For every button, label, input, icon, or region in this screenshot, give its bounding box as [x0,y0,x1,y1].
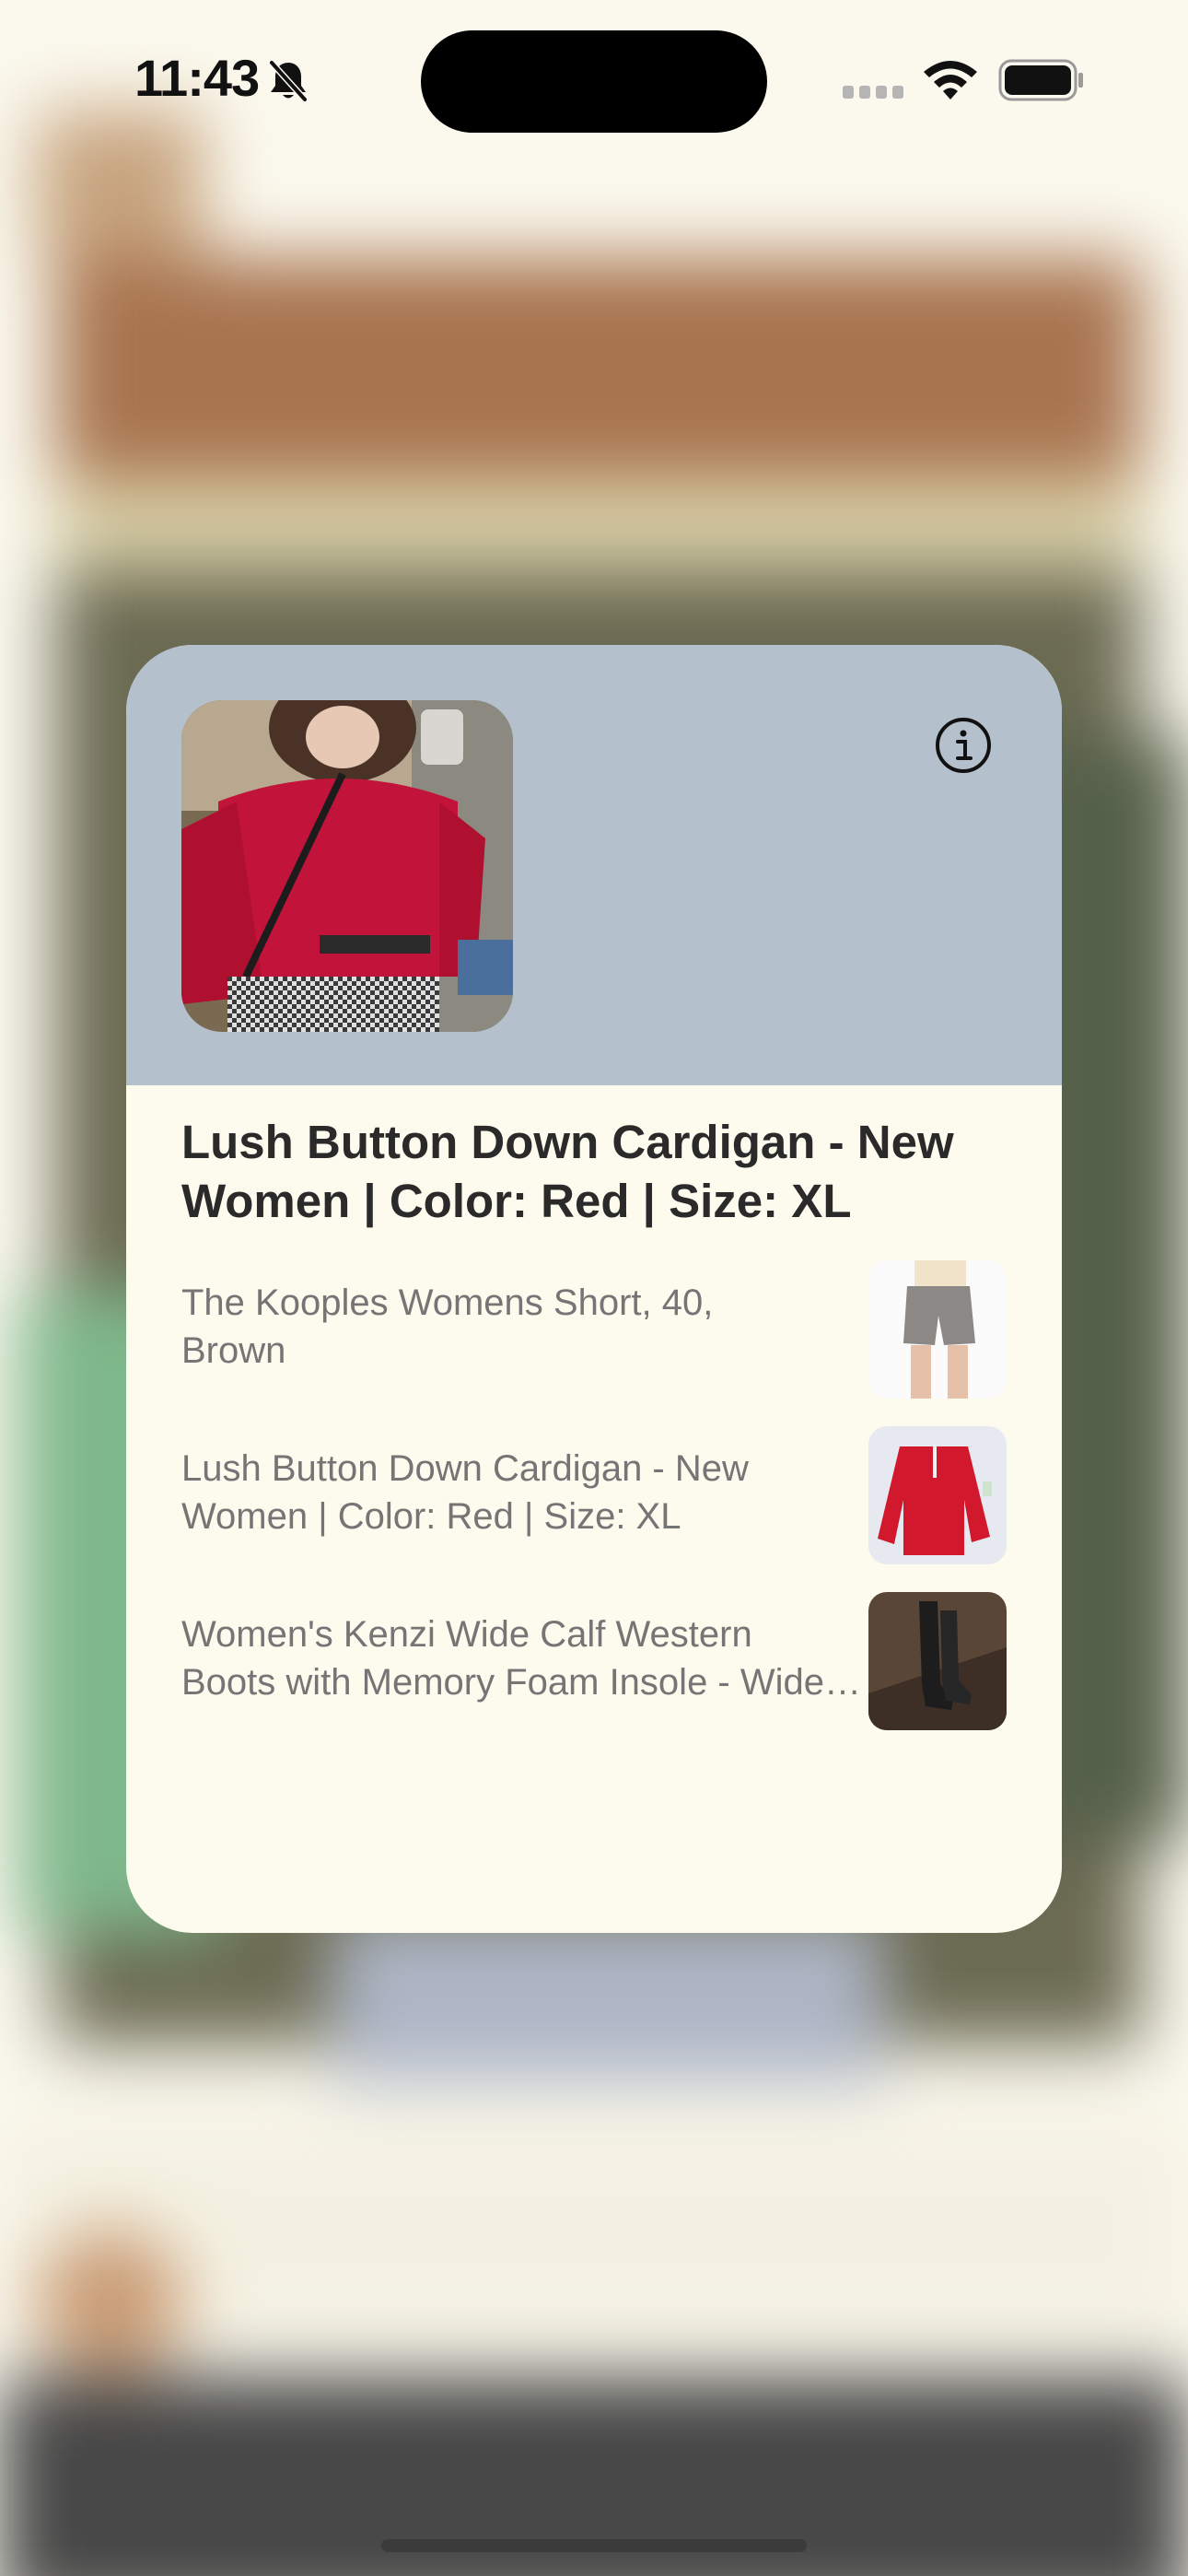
status-bar: 11:43 [0,0,1188,157]
item-description: Lush Button Down Cardigan - New Women | … [181,1448,749,1537]
screen: 11:43 Lush Button Down Cardigan - New Wo… [0,0,1188,2576]
item-thumbnail [868,1592,1007,1730]
product-card: Lush Button Down Cardigan - New Women | … [126,645,1062,1933]
item-description: The Kooples Womens Short, 40, Brown [181,1282,714,1371]
wifi-icon [924,61,977,100]
cellular-signal-icon [843,86,903,99]
list-item[interactable]: The Kooples Womens Short, 40, Brown [181,1260,1007,1400]
item-thumbnail [868,1426,1007,1564]
item-thumbnail [868,1260,1007,1399]
home-indicator[interactable] [381,2539,807,2552]
dynamic-island [421,30,767,133]
card-header [126,645,1062,1085]
battery-icon [998,59,1083,101]
info-circle-icon[interactable] [934,716,993,775]
list-item[interactable]: Women's Kenzi Wide Calf Western Boots wi… [181,1592,1007,1732]
item-description: Women's Kenzi Wide Calf Western Boots wi… [181,1614,863,1703]
product-title: Lush Button Down Cardigan - New Women | … [181,1116,954,1227]
status-time: 11:43 [134,49,260,107]
product-hero-image[interactable] [181,700,513,1032]
list-item[interactable]: Lush Button Down Cardigan - New Women | … [181,1426,1007,1566]
bell-slash-icon [269,60,308,102]
